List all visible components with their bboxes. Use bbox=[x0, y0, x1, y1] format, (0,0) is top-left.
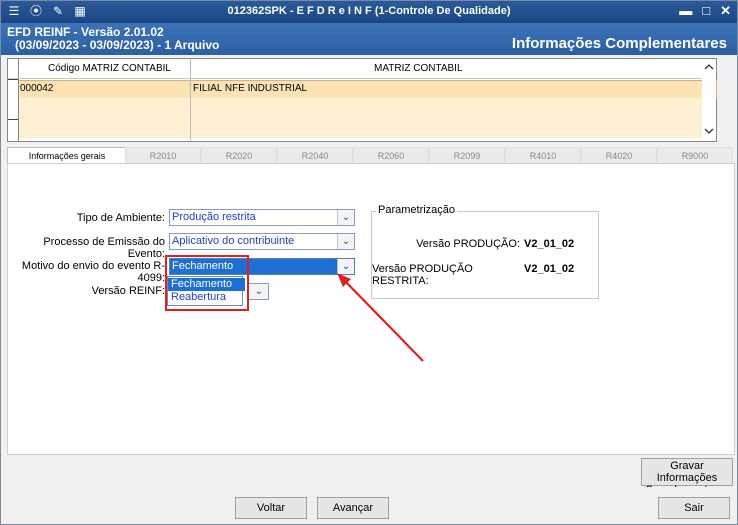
main-window: ☰ ⦿ ✎ ▦ 012362SPK - E F D R e I N F (1-C… bbox=[0, 0, 738, 525]
processo-select[interactable]: Aplicativo do contribuinte ⌄ bbox=[169, 233, 355, 250]
chevron-down-icon[interactable]: ⌄ bbox=[250, 284, 268, 299]
chevron-down-icon[interactable]: ⌄ bbox=[337, 210, 354, 225]
maximize-button[interactable]: □ bbox=[702, 3, 710, 19]
processo-label: Processo de Emissão do Evento: bbox=[43, 236, 165, 260]
row-name: FILIAL NFE INDUSTRIAL bbox=[193, 83, 308, 94]
tipo-ambiente-value: Produção restrita bbox=[172, 211, 256, 223]
grid-header: Código MATRIZ CONTABIL MATRIZ CONTABIL bbox=[8, 59, 716, 79]
scrollbar-arrows bbox=[704, 64, 714, 134]
version-label: EFD REINF - Versão 2.01.02 bbox=[7, 25, 164, 39]
voltar-button[interactable]: Voltar bbox=[235, 497, 307, 519]
tipo-ambiente-select[interactable]: Produção restrita ⌄ bbox=[169, 209, 355, 226]
parametrizacao-group: Parametrização Versão PRODUÇÃO: V2_01_02… bbox=[371, 204, 599, 299]
tab-bar: Informações gerais R2010 R2020 R2040 R20… bbox=[7, 147, 733, 165]
page-title: Informações Complementares bbox=[511, 35, 727, 52]
versao-reinf-label: Versão REINF: bbox=[91, 285, 165, 297]
header-banner: EFD REINF - Versão 2.01.02 (03/09/2023 -… bbox=[1, 23, 737, 55]
minimize-button[interactable]: ▬ bbox=[679, 3, 692, 19]
empty-rows bbox=[18, 98, 715, 138]
gravar-label-line1: Gravar Informações bbox=[656, 460, 718, 484]
window-title: 012362SPK - E F D R e I N F (1-Controle … bbox=[227, 5, 511, 17]
divider bbox=[8, 79, 18, 80]
close-button[interactable]: ✕ bbox=[720, 3, 731, 19]
chevron-down-icon[interactable]: ⌄ bbox=[337, 234, 354, 249]
divider bbox=[8, 119, 18, 120]
versao-reinf-select[interactable]: ⌄ bbox=[247, 283, 269, 300]
tipo-ambiente-label: Tipo de Ambiente: bbox=[76, 212, 165, 224]
vertical-scrollbar[interactable] bbox=[702, 59, 716, 141]
table-row[interactable]: 000042 FILIAL NFE INDUSTRIAL bbox=[18, 80, 717, 99]
column-header-codigo[interactable]: Código MATRIZ CONTABIL bbox=[48, 63, 171, 74]
matriz-grid[interactable]: Código MATRIZ CONTABIL MATRIZ CONTABIL 0… bbox=[7, 58, 717, 142]
sair-button[interactable]: Sair bbox=[658, 497, 730, 519]
highlight-box bbox=[165, 255, 249, 311]
versao-restrita-label: Versão PRODUÇÃO RESTRITA: bbox=[372, 263, 473, 287]
versao-restrita-value: V2_01_02 bbox=[524, 263, 575, 275]
row-indicator-column bbox=[8, 59, 19, 141]
parametrizacao-legend: Parametrização bbox=[376, 204, 458, 216]
avancar-button[interactable]: Avançar bbox=[317, 497, 389, 519]
processo-value: Aplicativo do contribuinte bbox=[172, 235, 295, 247]
versao-producao-label: Versão PRODUÇÃO: bbox=[416, 238, 520, 250]
gravar-button[interactable]: Gravar Informações Complementares bbox=[641, 458, 733, 496]
versao-producao-value: V2_01_02 bbox=[524, 238, 575, 250]
chevron-down-icon bbox=[704, 128, 714, 134]
column-header-matriz[interactable]: MATRIZ CONTABIL bbox=[374, 63, 463, 74]
chevron-up-icon bbox=[704, 64, 714, 70]
row-code: 000042 bbox=[20, 83, 54, 94]
column-divider bbox=[190, 59, 191, 141]
title-bar: ☰ ⦿ ✎ ▦ 012362SPK - E F D R e I N F (1-C… bbox=[1, 1, 737, 23]
motivo-label: Motivo do envio do evento R-4099: bbox=[21, 260, 165, 284]
period-label: (03/09/2023 - 03/09/2023) - 1 Arquivo bbox=[15, 38, 220, 52]
